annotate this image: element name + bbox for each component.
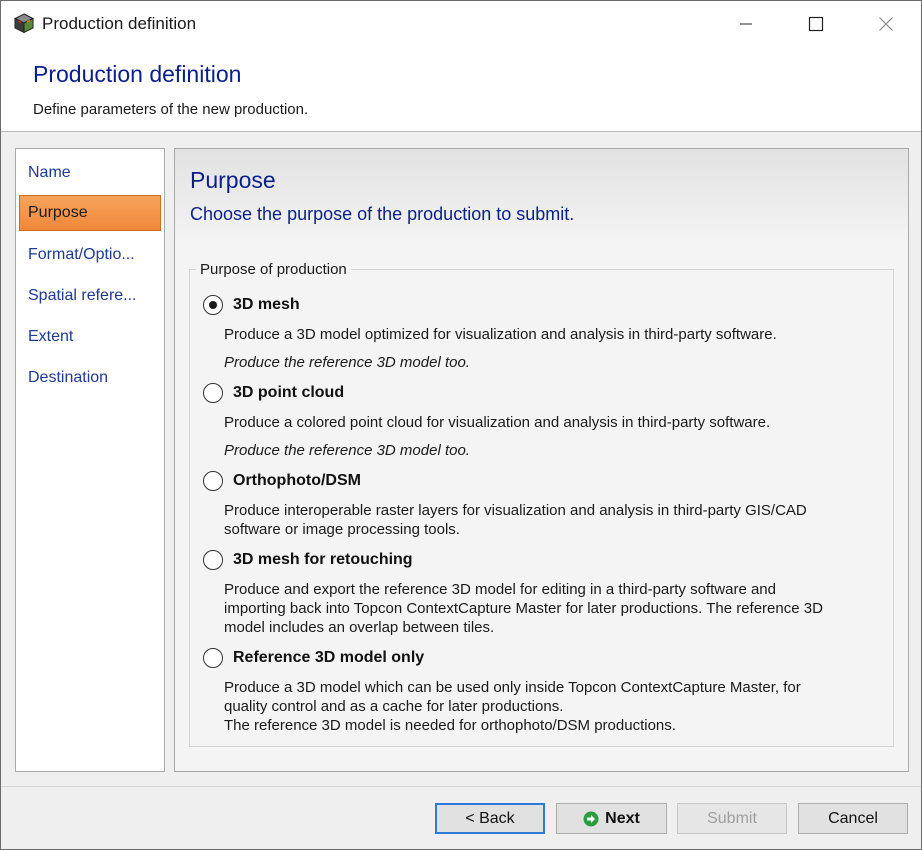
step-destination[interactable]: Destination	[19, 360, 161, 396]
option-label[interactable]: 3D mesh for retouching	[233, 550, 413, 570]
minimize-button[interactable]	[711, 1, 781, 46]
back-button[interactable]: < Back	[435, 803, 545, 834]
wizard-title: Production definition	[33, 61, 242, 87]
radio-reference-3d-model-only[interactable]	[203, 648, 223, 668]
arrow-right-circle-icon	[583, 811, 599, 826]
panel-subtitle: Choose the purpose of the production to …	[190, 204, 575, 224]
option-description-line: quality control and as a cache for later…	[224, 698, 564, 715]
option-description: Produce a colored point cloud for visual…	[224, 414, 771, 431]
option-note: Produce the reference 3D model too.	[224, 442, 470, 459]
minimize-icon	[740, 23, 752, 24]
radio-3d-mesh[interactable]	[203, 295, 223, 315]
step-sidebar: Name Purpose Format/Optio... Spatial ref…	[15, 148, 165, 772]
panel-title: Purpose	[190, 167, 276, 193]
purpose-groupbox: Purpose of production 3D mesh Produce a …	[189, 261, 894, 747]
option-description-line: The reference 3D model is needed for ort…	[224, 717, 676, 734]
wizard-header: Production definition Define parameters …	[1, 46, 921, 132]
option-label[interactable]: Orthophoto/DSM	[233, 471, 361, 491]
option-description-line: model includes an overlap between tiles.	[224, 619, 495, 636]
window-title: Production definition	[42, 14, 197, 33]
step-extent[interactable]: Extent	[19, 319, 161, 355]
radio-3d-mesh-retouching[interactable]	[203, 550, 223, 570]
step-format-options[interactable]: Format/Optio...	[19, 237, 161, 273]
groupbox-label: Purpose of production	[196, 261, 351, 278]
production-definition-window: Production definition Production definit…	[0, 0, 922, 850]
close-button[interactable]	[851, 1, 921, 46]
title-bar: Production definition	[1, 1, 921, 46]
option-description-line: importing back into Topcon ContextCaptur…	[224, 600, 823, 617]
maximize-button[interactable]	[781, 1, 851, 46]
step-spatial-reference[interactable]: Spatial refere...	[19, 278, 161, 314]
step-name[interactable]: Name	[19, 155, 161, 191]
maximize-icon	[808, 16, 824, 31]
cube-icon	[13, 13, 35, 34]
option-note: Produce the reference 3D model too.	[224, 354, 470, 371]
wizard-body: Name Purpose Format/Optio... Spatial ref…	[1, 132, 921, 786]
option-description: Produce a 3D model optimized for visuali…	[224, 326, 777, 343]
option-description-line: software or image processing tools.	[224, 521, 460, 538]
wizard-subtitle: Define parameters of the new production.	[33, 101, 309, 118]
radio-orthophoto-dsm[interactable]	[203, 471, 223, 491]
option-description-line: Produce a 3D model which can be used onl…	[224, 679, 801, 696]
step-purpose[interactable]: Purpose	[19, 195, 161, 231]
cancel-button[interactable]: Cancel	[798, 803, 908, 834]
purpose-panel: Purpose Choose the purpose of the produc…	[174, 148, 909, 772]
submit-button[interactable]: Submit	[677, 803, 787, 834]
option-description-line: Produce interoperable raster layers for …	[224, 502, 807, 519]
radio-3d-point-cloud[interactable]	[203, 383, 223, 403]
panel-header: Purpose Choose the purpose of the produc…	[175, 149, 908, 244]
option-label[interactable]: 3D point cloud	[233, 383, 344, 403]
next-button[interactable]: Next	[556, 803, 667, 834]
close-icon	[879, 16, 893, 31]
option-description-line: Produce and export the reference 3D mode…	[224, 581, 776, 598]
next-button-label: Next	[605, 809, 640, 827]
option-label[interactable]: Reference 3D model only	[233, 648, 424, 668]
option-label[interactable]: 3D mesh	[233, 295, 300, 315]
wizard-footer: < Back Next Submit Cancel	[1, 786, 921, 849]
